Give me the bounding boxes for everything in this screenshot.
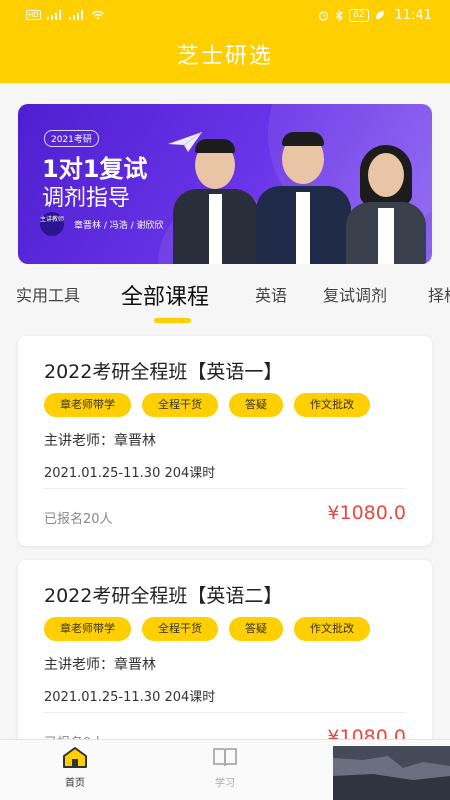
course-price: ¥1080.0 bbox=[327, 502, 406, 524]
teacher-photo bbox=[346, 145, 426, 264]
banner-subtitle: 调剂指导 bbox=[42, 186, 131, 211]
course-tag: 作文批改 bbox=[294, 617, 370, 641]
status-left: HD bbox=[26, 10, 105, 20]
home-icon bbox=[63, 747, 87, 768]
teacher-photo bbox=[173, 139, 258, 264]
course-tag: 章老师带学 bbox=[44, 617, 131, 641]
leaf-icon bbox=[375, 11, 384, 19]
tab-indicator bbox=[154, 318, 191, 323]
course-title: 2022考研全程班【英语一】 bbox=[44, 361, 283, 383]
alarm-icon bbox=[318, 10, 329, 21]
course-teacher: 主讲老师：章晋林 bbox=[44, 433, 156, 449]
hd-icon: HD bbox=[26, 10, 41, 20]
course-tag: 答疑 bbox=[229, 617, 283, 641]
promo-banner[interactable]: 2021考研 1对1复试 调剂指导 主讲教师 章晋林 / 冯浩 / 谢欣欣 bbox=[18, 104, 432, 264]
course-title: 2022考研全程班【英语二】 bbox=[44, 585, 283, 607]
course-tag: 全程干货 bbox=[142, 617, 218, 641]
page-title: 芝士研选 bbox=[176, 44, 273, 69]
tab-tools[interactable]: 实用工具 bbox=[16, 278, 80, 314]
course-tag: 章老师带学 bbox=[44, 393, 131, 417]
clock: 11:41 bbox=[394, 7, 432, 23]
course-schedule: 2021.01.25-11.30 204课时 bbox=[44, 466, 216, 481]
nav-home[interactable]: 首页 bbox=[45, 746, 105, 789]
status-right: 82 11:41 bbox=[318, 8, 432, 23]
bluetooth-icon bbox=[335, 9, 343, 21]
floating-thumbnail bbox=[333, 746, 450, 800]
tab-all-courses[interactable]: 全部课程 bbox=[121, 280, 209, 316]
battery-indicator: 82 bbox=[349, 8, 369, 22]
course-tag: 作文批改 bbox=[294, 393, 370, 417]
thumbnail-graphic bbox=[333, 756, 450, 800]
course-tag: 全程干货 bbox=[142, 393, 218, 417]
banner-teacher-names: 章晋林 / 冯浩 / 谢欣欣 bbox=[74, 221, 164, 231]
banner-badge: 2021考研 bbox=[44, 130, 99, 147]
enrolled-count: 已报名20人 bbox=[44, 512, 113, 527]
course-teacher: 主讲老师：章晋林 bbox=[44, 657, 156, 673]
app-header: HD 82 11:41 芝士研选 bbox=[0, 0, 450, 83]
course-tags: 章老师带学 全程干货 答疑 作文批改 bbox=[44, 617, 370, 641]
status-bar: HD 82 11:41 bbox=[0, 0, 450, 30]
signal-icon bbox=[68, 10, 83, 20]
banner-teacher-tag: 主讲教师 bbox=[40, 212, 64, 236]
nav-study[interactable]: 学习 bbox=[195, 746, 255, 789]
course-tag: 答疑 bbox=[229, 393, 283, 417]
tab-school[interactable]: 择校 bbox=[428, 278, 450, 314]
course-tags: 章老师带学 全程干货 答疑 作文批改 bbox=[44, 393, 370, 417]
divider bbox=[44, 712, 406, 713]
tab-retest[interactable]: 复试调剂 bbox=[323, 278, 387, 314]
nav-home-label: 首页 bbox=[65, 778, 85, 789]
tab-english[interactable]: 英语 bbox=[255, 278, 287, 314]
signal-icon bbox=[46, 10, 61, 20]
divider bbox=[44, 488, 406, 489]
course-schedule: 2021.01.25-11.30 204课时 bbox=[44, 690, 216, 705]
nav-study-label: 学习 bbox=[215, 778, 235, 789]
book-icon bbox=[213, 748, 237, 767]
teacher-photo bbox=[256, 132, 351, 264]
course-card[interactable]: 2022考研全程班【英语一】 章老师带学 全程干货 答疑 作文批改 主讲老师：章… bbox=[18, 336, 432, 546]
wifi-icon bbox=[91, 10, 105, 20]
category-tabs: 实用工具 全部课程 英语 复试调剂 择校 bbox=[0, 278, 450, 328]
banner-title: 1对1复试 bbox=[42, 155, 148, 183]
